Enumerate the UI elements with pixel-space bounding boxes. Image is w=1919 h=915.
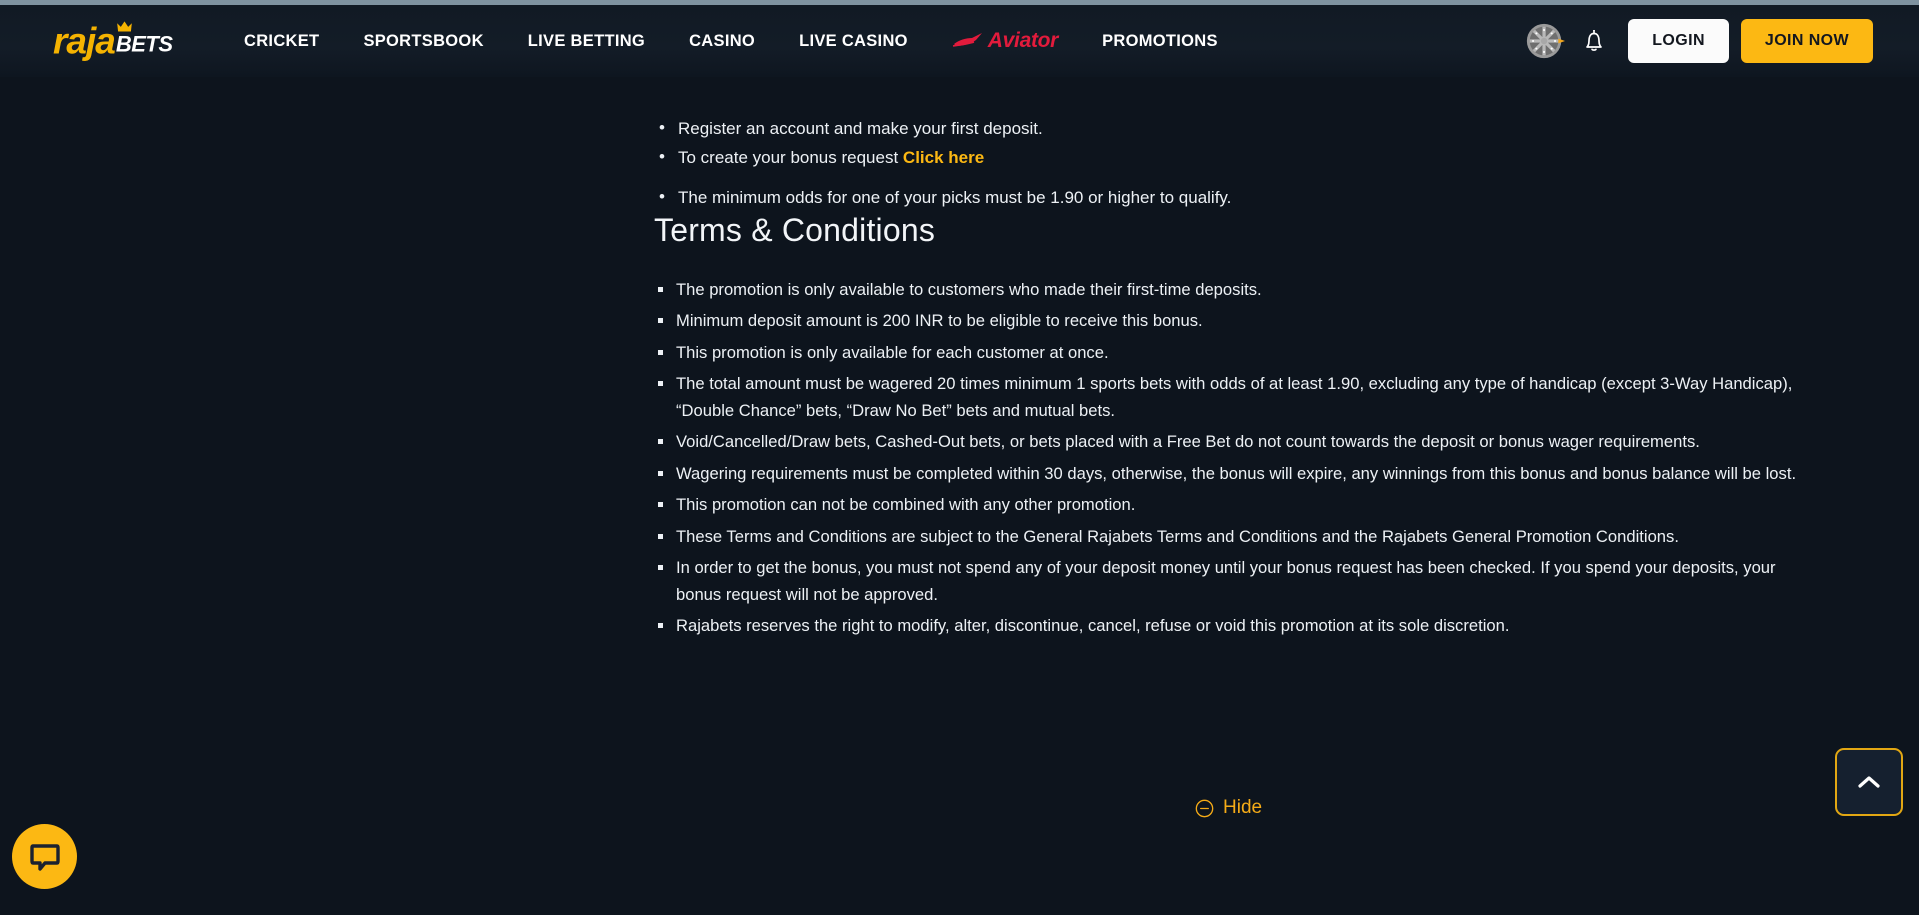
minus-circle-icon: [1195, 799, 1214, 817]
table-row: Void/Cancelled/Draw bets, Cashed-Out bet…: [655, 429, 1815, 456]
live-chat-button[interactable]: [12, 824, 77, 889]
list-item: The minimum odds for one of your picks m…: [655, 185, 1835, 211]
nav-item-aviator[interactable]: Aviator: [930, 29, 1080, 53]
nav-item-promotions[interactable]: PROMOTIONS: [1080, 32, 1240, 51]
chat-bubble-icon: [29, 843, 60, 871]
nav-item-casino[interactable]: CASINO: [667, 32, 777, 51]
page-root: raja BETS CRICKET SPORTSBOOK LIVE BETTIN…: [0, 0, 1919, 915]
join-now-button[interactable]: JOIN NOW: [1740, 19, 1873, 63]
logo-secondary-text: BETS: [115, 31, 173, 57]
nav-item-sportsbook[interactable]: SPORTSBOOK: [341, 32, 505, 51]
airplane-icon: [952, 33, 982, 47]
list-item: To create your bonus request Click here: [655, 145, 1835, 171]
click-here-link[interactable]: Click here: [903, 148, 984, 167]
logo-primary-text: raja: [53, 20, 116, 62]
table-row: This promotion can not be combined with …: [655, 492, 1815, 519]
table-row: Minimum deposit amount is 200 INR to be …: [655, 308, 1815, 335]
terms-conditions-list: The promotion is only available to custo…: [655, 277, 1815, 645]
notification-bell-button[interactable]: [1572, 20, 1616, 62]
table-row: This promotion is only available for eac…: [655, 340, 1815, 367]
table-row: These Terms and Conditions are subject t…: [655, 524, 1815, 551]
intro-text-1: To create your bonus request: [678, 147, 903, 167]
how-to-qualify-list: Register an account and make your first …: [655, 116, 1835, 215]
table-row: The promotion is only available to custo…: [655, 277, 1815, 304]
crown-icon: [117, 21, 132, 32]
table-row: Wagering requirements must be completed …: [655, 461, 1815, 488]
site-header: raja BETS CRICKET SPORTSBOOK LIVE BETTIN…: [0, 5, 1919, 77]
fortune-wheel-icon[interactable]: [1524, 20, 1566, 62]
section-title-terms: Terms & Conditions: [654, 212, 936, 248]
hide-button-label: Hide: [1223, 797, 1263, 818]
notification-bell-icon: [1586, 29, 1603, 51]
aviator-label: Aviator: [987, 29, 1059, 52]
nav-item-live-betting[interactable]: LIVE BETTING: [506, 32, 667, 51]
hide-button[interactable]: Hide: [1195, 797, 1262, 819]
intro-text-2: The minimum odds for one of your picks m…: [678, 188, 1232, 208]
nav-item-cricket[interactable]: CRICKET: [222, 32, 341, 51]
table-row: In order to get the bonus, you must not …: [655, 555, 1815, 609]
site-logo[interactable]: raja BETS: [53, 20, 173, 62]
login-button[interactable]: LOGIN: [1628, 19, 1729, 63]
chevron-up-icon: [1858, 776, 1880, 788]
header-actions: LOGIN JOIN NOW: [1524, 19, 1873, 63]
list-item: Register an account and make your first …: [655, 116, 1835, 142]
intro-text-0: Register an account and make your first …: [678, 119, 1043, 138]
main-navigation: CRICKET SPORTSBOOK LIVE BETTING CASINO L…: [222, 29, 1240, 53]
table-row: The total amount must be wagered 20 time…: [655, 371, 1815, 425]
nav-item-live-casino[interactable]: LIVE CASINO: [777, 32, 930, 51]
table-row: Rajabets reserves the right to modify, a…: [655, 613, 1815, 640]
scroll-to-top-button[interactable]: [1835, 748, 1903, 816]
